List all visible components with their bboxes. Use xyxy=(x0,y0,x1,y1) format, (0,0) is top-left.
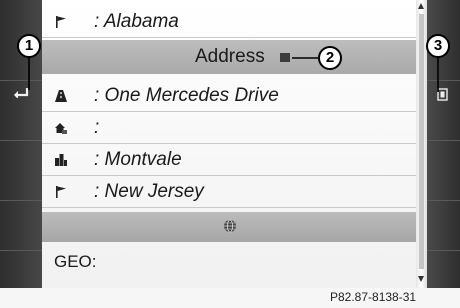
callout-2-leader-line xyxy=(28,57,439,92)
callout-1: 1 xyxy=(17,34,41,58)
callout-2: 2 xyxy=(318,46,342,70)
callout-3: 3 xyxy=(426,34,450,58)
image-credit: P82.87-8138-31 xyxy=(330,290,417,304)
